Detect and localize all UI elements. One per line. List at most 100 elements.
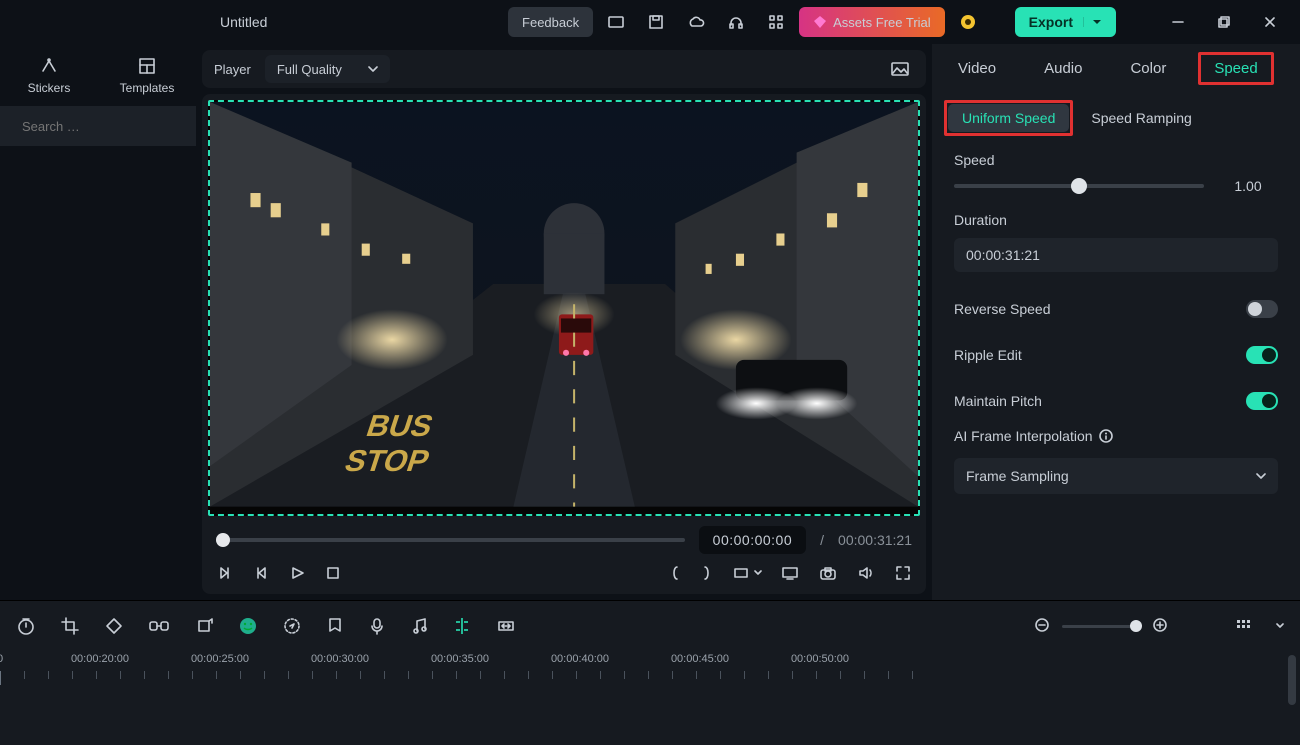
fullscreen-icon[interactable] bbox=[894, 564, 912, 582]
sidebar-tab-templates[interactable]: Templates bbox=[98, 44, 196, 106]
camera-icon[interactable] bbox=[818, 564, 838, 582]
zoom-thumb[interactable] bbox=[1130, 620, 1142, 632]
export-more-icon[interactable] bbox=[1083, 17, 1102, 27]
window-minimize-button[interactable] bbox=[1158, 7, 1198, 37]
ruler-label: 00:00:30:00 bbox=[311, 653, 369, 665]
timeline-toolbar bbox=[0, 601, 1300, 651]
time-sep: / bbox=[820, 532, 824, 548]
maintain-pitch-label: Maintain Pitch bbox=[954, 393, 1042, 409]
effect-icon[interactable] bbox=[282, 616, 302, 636]
ai-interp-label: AI Frame Interpolation bbox=[954, 428, 1093, 444]
sidebar-tab-label: Templates bbox=[120, 81, 175, 95]
duration-field[interactable]: 00:00:31:21 bbox=[954, 238, 1278, 272]
speed-label: Speed bbox=[954, 152, 1278, 168]
stickers-icon bbox=[38, 55, 60, 77]
feedback-button[interactable]: Feedback bbox=[508, 7, 593, 37]
window-close-button[interactable] bbox=[1250, 7, 1290, 37]
sidebar-tab-stickers[interactable]: Stickers bbox=[0, 44, 98, 106]
maintain-pitch-toggle[interactable] bbox=[1246, 392, 1278, 410]
prev-frame-button[interactable] bbox=[216, 564, 234, 582]
face-icon[interactable] bbox=[238, 616, 258, 636]
tab-speed[interactable]: Speed bbox=[1204, 54, 1267, 83]
ruler-label: 00:00:50:00 bbox=[791, 653, 849, 665]
ruler-label: 00:00:20:00 bbox=[71, 653, 129, 665]
info-icon[interactable] bbox=[1099, 429, 1113, 443]
tab-video[interactable]: Video bbox=[948, 54, 1006, 83]
quality-select[interactable]: Full Quality bbox=[265, 55, 390, 83]
highlight-icon bbox=[944, 100, 1073, 136]
music-icon[interactable] bbox=[410, 616, 428, 636]
apps-icon[interactable] bbox=[759, 7, 793, 37]
ai-interp-select[interactable]: Frame Sampling bbox=[954, 458, 1278, 494]
next-frame-button[interactable] bbox=[252, 564, 270, 582]
coin-icon[interactable] bbox=[951, 7, 985, 37]
window-restore-button[interactable] bbox=[1204, 7, 1244, 37]
ruler-label: 00:00:45:00 bbox=[671, 653, 729, 665]
grid-more-icon[interactable] bbox=[1276, 622, 1284, 630]
mic-icon[interactable] bbox=[368, 616, 386, 636]
preview-canvas[interactable]: BUS STOP bbox=[208, 100, 920, 516]
mark-out-icon[interactable] bbox=[700, 564, 714, 582]
total-duration: 00:00:31:21 bbox=[838, 532, 912, 548]
feedback-label: Feedback bbox=[522, 15, 579, 30]
export-button[interactable]: Export bbox=[1015, 7, 1116, 37]
speed-slider-thumb[interactable] bbox=[1071, 178, 1087, 194]
headset-icon[interactable] bbox=[719, 7, 753, 37]
progress-thumb[interactable] bbox=[216, 533, 230, 547]
rotate-icon[interactable] bbox=[194, 616, 214, 636]
display-icon[interactable] bbox=[780, 564, 800, 582]
timer-icon[interactable] bbox=[16, 616, 36, 636]
speed-value[interactable]: 1.00 bbox=[1218, 178, 1278, 194]
inspector-panel: Video Audio Color Speed Uniform Speed Sp… bbox=[932, 44, 1300, 600]
timeline-ruler[interactable]: 000:00:20:0000:00:25:0000:00:30:0000:00:… bbox=[0, 651, 1300, 691]
snapshot-icon[interactable] bbox=[886, 55, 914, 83]
svg-text:STOP: STOP bbox=[341, 444, 434, 478]
device-icon[interactable] bbox=[599, 7, 633, 37]
mask-icon[interactable] bbox=[104, 616, 124, 636]
ai-interp-value: Frame Sampling bbox=[966, 468, 1069, 484]
link-icon[interactable] bbox=[148, 616, 170, 636]
ripple-edit-toggle[interactable] bbox=[1246, 346, 1278, 364]
marker-icon[interactable] bbox=[326, 616, 344, 636]
sidebar-tab-label: Stickers bbox=[28, 81, 71, 95]
tab-color[interactable]: Color bbox=[1120, 54, 1176, 83]
progress-track[interactable] bbox=[216, 538, 685, 542]
zoom-out-icon[interactable] bbox=[1034, 617, 1052, 635]
cloud-icon[interactable] bbox=[679, 7, 713, 37]
stop-button[interactable] bbox=[324, 564, 342, 582]
crop-icon[interactable] bbox=[60, 616, 80, 636]
timeline-scrollbar[interactable] bbox=[1288, 655, 1296, 705]
zoom-controls bbox=[1034, 617, 1170, 635]
chevron-down-icon bbox=[1256, 471, 1266, 481]
assets-trial-button[interactable]: Assets Free Trial bbox=[799, 7, 945, 37]
volume-icon[interactable] bbox=[856, 564, 876, 582]
split-icon[interactable] bbox=[452, 616, 472, 636]
speed-slider[interactable] bbox=[954, 184, 1204, 188]
chevron-down-icon bbox=[368, 64, 378, 74]
subtab-speed-ramping[interactable]: Speed Ramping bbox=[1091, 110, 1191, 126]
subtab-uniform-speed[interactable]: Uniform Speed bbox=[948, 104, 1069, 132]
duration-label: Duration bbox=[954, 212, 1278, 228]
search-input[interactable] bbox=[20, 118, 200, 135]
save-icon[interactable] bbox=[639, 7, 673, 37]
svg-text:BUS: BUS bbox=[362, 408, 437, 442]
current-time: 00:00:00:00 bbox=[699, 526, 806, 554]
grid-icon[interactable] bbox=[1234, 617, 1252, 635]
timeline-panel: 000:00:20:0000:00:25:0000:00:30:0000:00:… bbox=[0, 600, 1300, 745]
play-button[interactable] bbox=[288, 564, 306, 582]
ruler-label: 00:00:40:00 bbox=[551, 653, 609, 665]
tab-audio[interactable]: Audio bbox=[1034, 54, 1092, 83]
inspector-tabs: Video Audio Color Speed bbox=[932, 44, 1300, 92]
player-controls bbox=[208, 554, 920, 584]
zoom-in-icon[interactable] bbox=[1152, 617, 1170, 635]
mark-in-icon[interactable] bbox=[668, 564, 682, 582]
quality-value: Full Quality bbox=[277, 62, 342, 77]
fit-icon[interactable] bbox=[496, 616, 516, 636]
speed-subtabs: Uniform Speed Speed Ramping bbox=[932, 92, 1300, 148]
reverse-speed-label: Reverse Speed bbox=[954, 301, 1051, 317]
ratio-icon[interactable] bbox=[732, 564, 762, 582]
reverse-speed-toggle[interactable] bbox=[1246, 300, 1278, 318]
zoom-slider[interactable] bbox=[1062, 625, 1142, 628]
templates-icon bbox=[136, 55, 158, 77]
left-sidebar: Stickers Templates bbox=[0, 44, 196, 600]
